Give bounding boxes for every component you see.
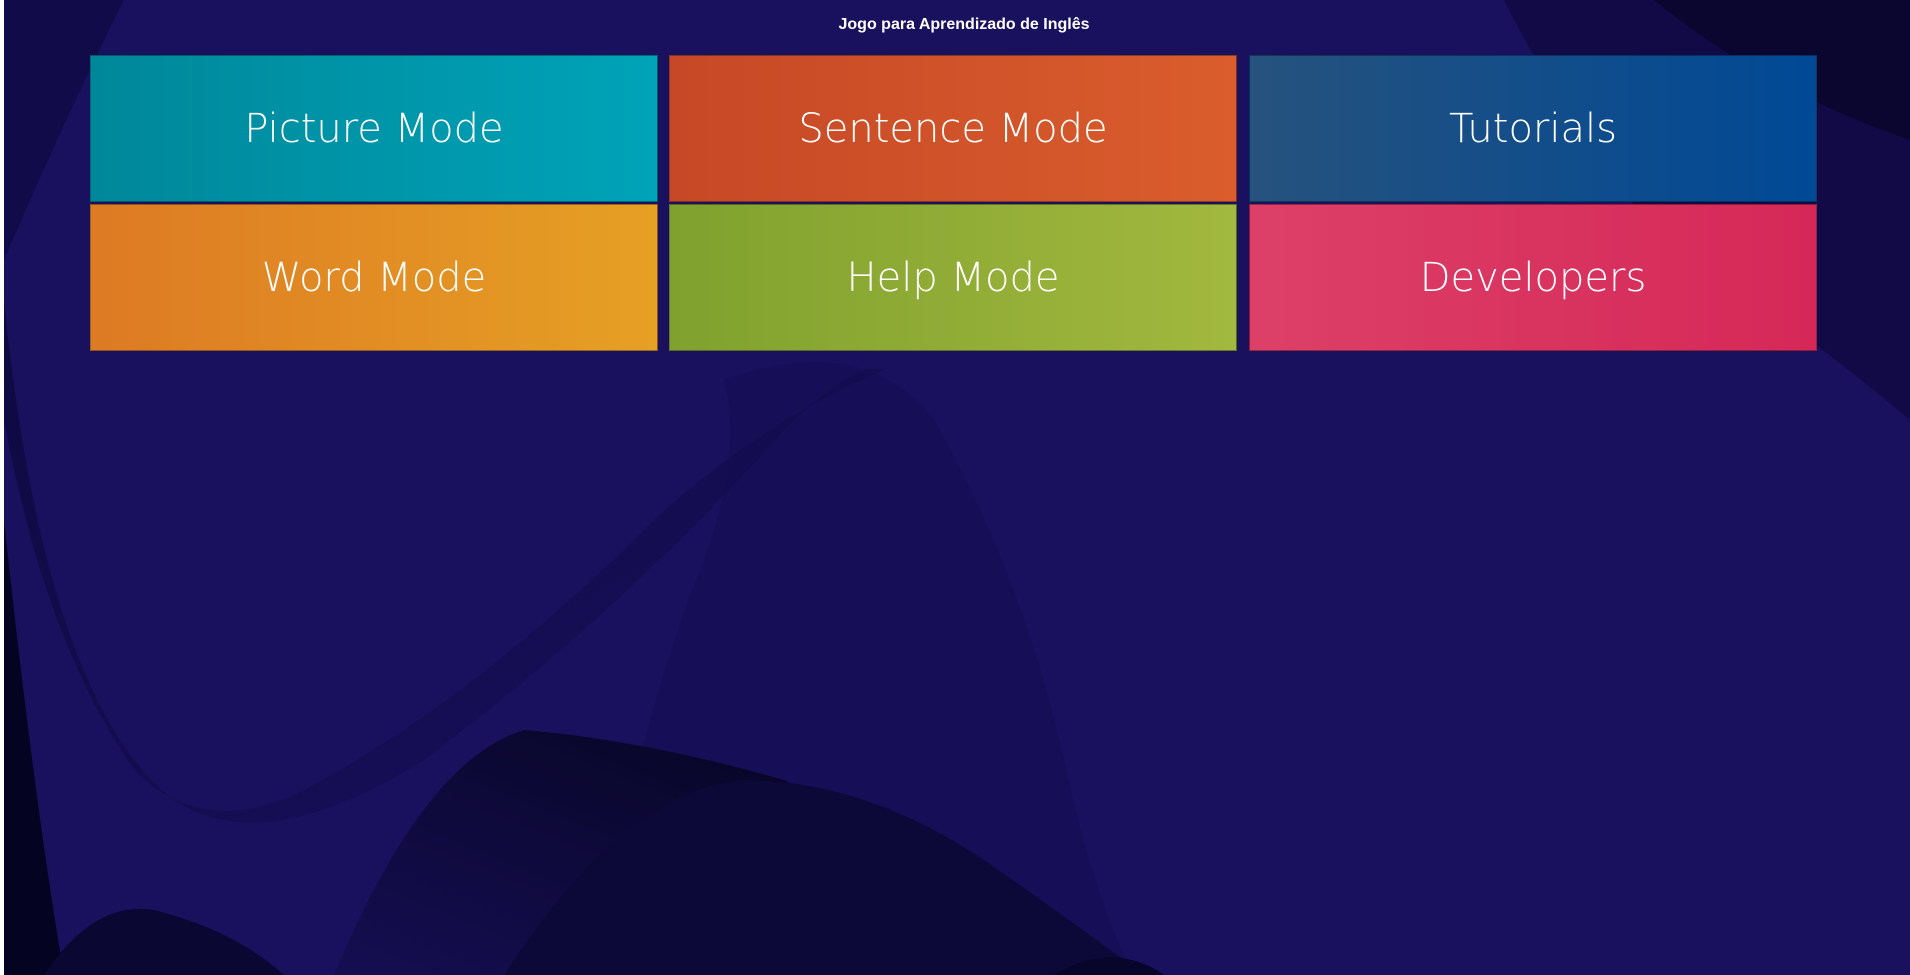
sentence-mode-button[interactable]: Sentence Mode <box>669 55 1237 202</box>
tutorials-label: Tutorials <box>1449 105 1617 152</box>
tutorials-button[interactable]: Tutorials <box>1249 55 1817 202</box>
sentence-mode-label: Sentence Mode <box>798 105 1108 152</box>
word-mode-button[interactable]: Word Mode <box>90 204 658 351</box>
app-title: Jogo para Aprendizado de Inglês <box>838 16 1090 33</box>
picture-mode-button[interactable]: Picture Mode <box>90 55 658 202</box>
app-window: Jogo para Aprendizado de Inglês Picture … <box>4 0 1910 975</box>
help-mode-label: Help Mode <box>846 254 1060 301</box>
picture-mode-label: Picture Mode <box>244 105 504 152</box>
word-mode-label: Word Mode <box>261 254 487 301</box>
developers-button[interactable]: Developers <box>1249 204 1817 351</box>
developers-label: Developers <box>1419 254 1647 301</box>
help-mode-button[interactable]: Help Mode <box>669 204 1237 351</box>
